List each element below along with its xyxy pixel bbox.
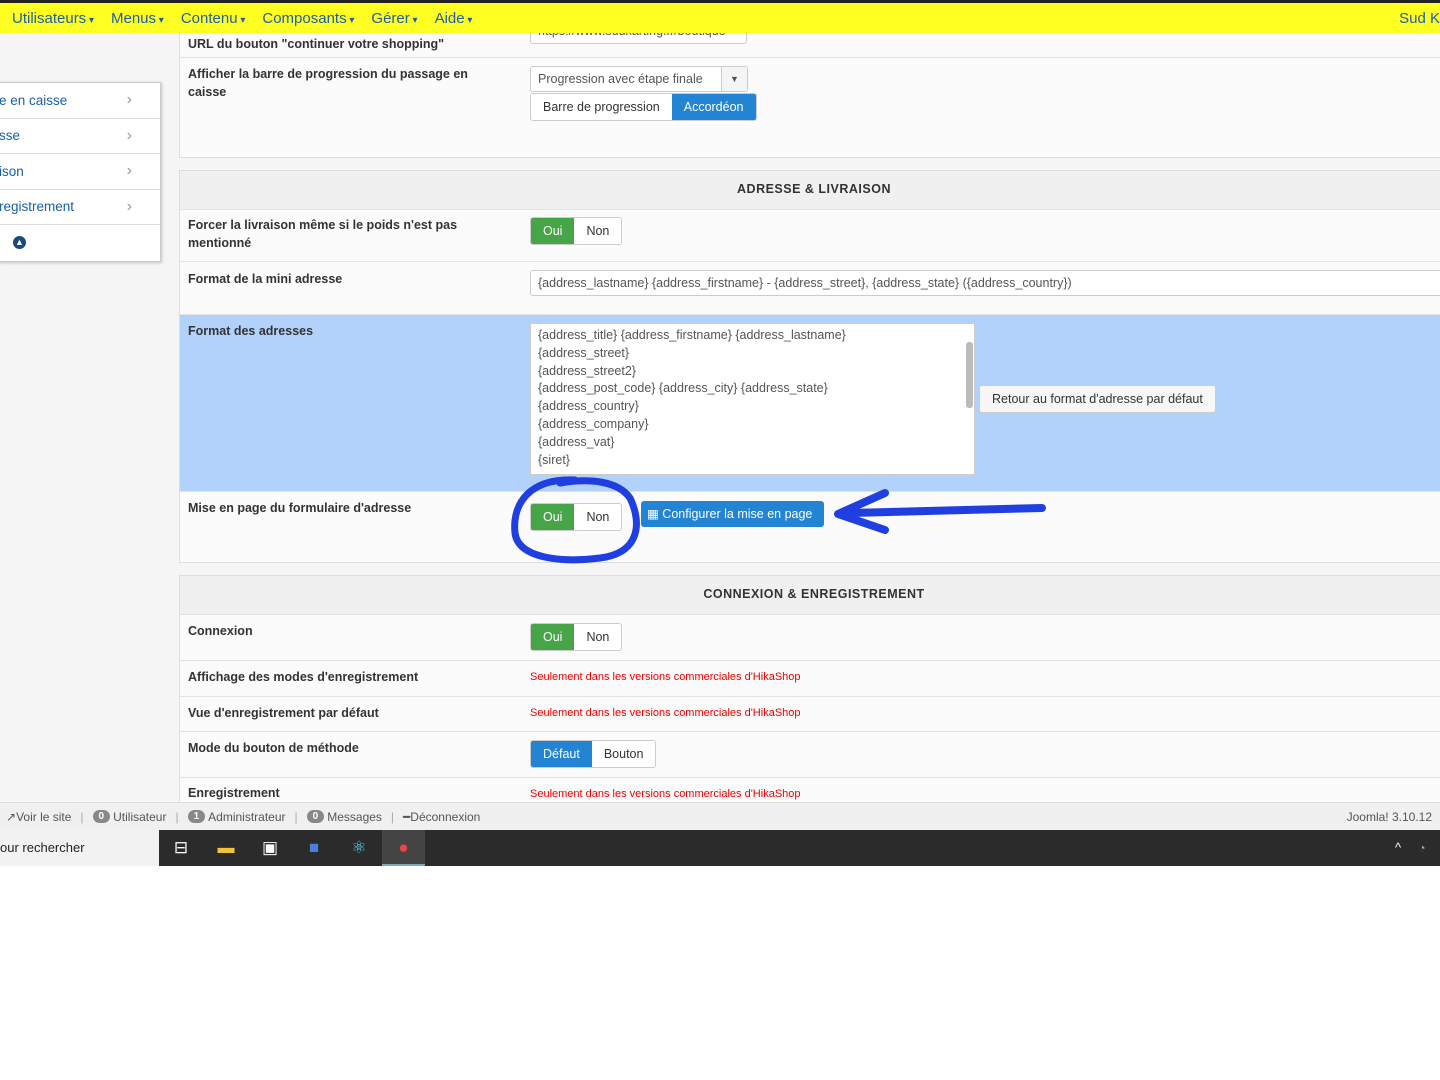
content-area: e en caisse › sse › ison › registrement › ▲ …: [0, 33, 1440, 802]
site-name-link[interactable]: Sud K: [1399, 10, 1440, 27]
file-explorer-icon[interactable]: ▬: [214, 836, 238, 860]
wifi-icon[interactable]: ◔: [1410, 836, 1434, 860]
users-link[interactable]: Utilisateur: [113, 810, 166, 824]
task-view-icon[interactable]: ⊟: [169, 836, 193, 860]
store-icon[interactable]: ▣: [258, 836, 282, 860]
app-icon[interactable]: ■: [302, 836, 326, 860]
taskbar-search[interactable]: our rechercher: [0, 830, 159, 866]
menu-contenu[interactable]: Contenu: [181, 10, 246, 27]
view-site-link[interactable]: Voir le site: [16, 810, 71, 824]
arrow-annotation: [834, 489, 1046, 534]
messages-link[interactable]: Messages: [327, 810, 382, 824]
users-badge: 0: [92, 810, 111, 823]
menu-utilisateurs[interactable]: Utilisateurs: [12, 10, 94, 27]
menu-gerer[interactable]: Gérer: [371, 10, 417, 27]
menu-menus[interactable]: Menus: [111, 10, 164, 27]
admin-link[interactable]: Administrateur: [208, 810, 285, 824]
admin-badge: 1: [187, 810, 206, 823]
react-icon[interactable]: ⚛: [347, 836, 371, 860]
chevron-up-icon[interactable]: ^: [1386, 836, 1410, 860]
chrome-icon[interactable]: ●: [382, 830, 425, 866]
joomla-version: Joomla! 3.10.12: [1346, 809, 1432, 824]
admin-menu-bar: Utilisateurs Menus Contenu Composants Gé…: [0, 3, 1440, 33]
circle-annotation: [511, 476, 640, 564]
menu-aide[interactable]: Aide: [435, 10, 473, 27]
logout-link[interactable]: Déconnexion: [410, 810, 480, 824]
menu-composants[interactable]: Composants: [262, 10, 354, 27]
minus-icon: ━: [403, 809, 411, 824]
messages-badge: 0: [306, 810, 325, 823]
external-link-icon: ↗: [6, 809, 17, 824]
hand-drawn-annotation: [511, 476, 1046, 564]
status-bar: ↗ Voir le site | 0 Utilisateur | 1 Administr…: [0, 802, 1440, 830]
windows-taskbar: ⊟ ▬ ▣ ■ ⚛ ● ^ ◔: [0, 830, 1440, 866]
